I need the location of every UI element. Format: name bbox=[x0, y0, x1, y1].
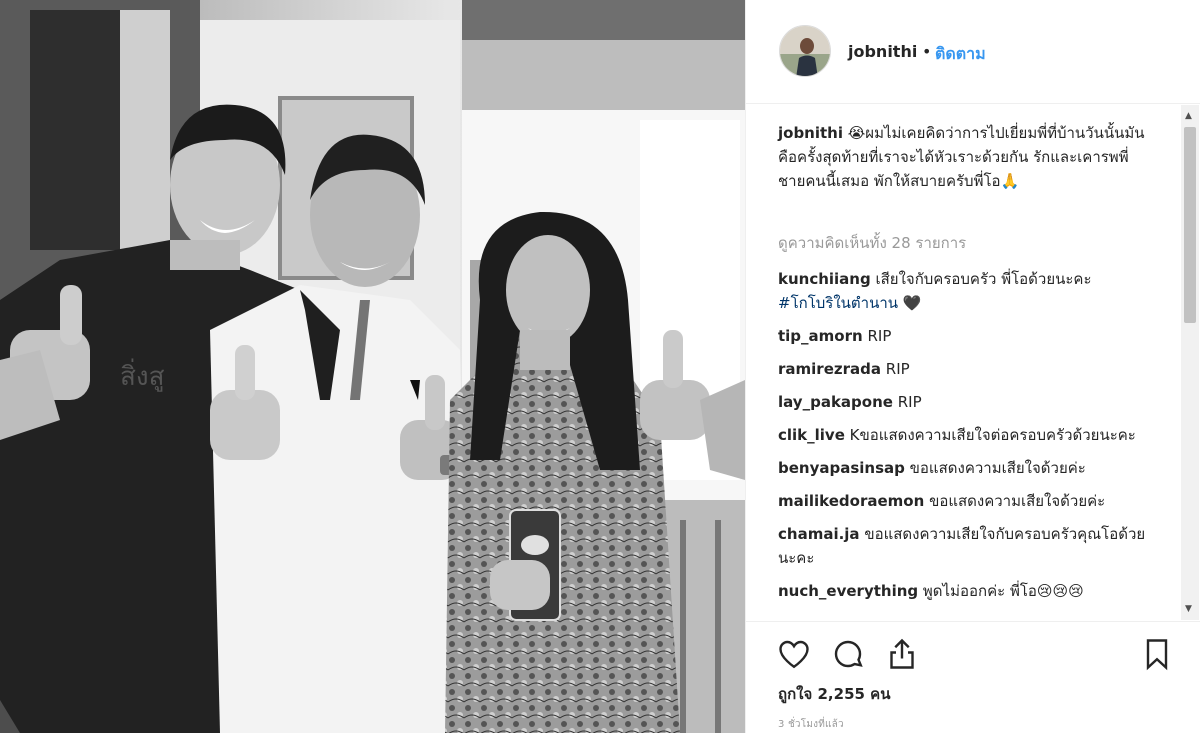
comment-text: ขอแสดงความเสียใจด้วยค่ะ bbox=[929, 492, 1106, 510]
photo-illustration: สิ่งสู bbox=[0, 0, 745, 733]
comment-emoji: 🖤 bbox=[902, 294, 922, 312]
comment-item: chamai.ja ขอแสดงความเสียใจกับครอบครัวคุณ… bbox=[778, 522, 1153, 570]
separator-dot: • bbox=[922, 42, 932, 61]
comment-username[interactable]: clik_live bbox=[778, 426, 845, 444]
comment-username[interactable]: tip_amorn bbox=[778, 327, 863, 345]
comment-text: พูดไม่ออกค่ะ พี่โอ😢😢😢 bbox=[922, 582, 1084, 600]
comment-text: RIP bbox=[897, 393, 922, 411]
comment-username[interactable]: chamai.ja bbox=[778, 525, 860, 543]
comment-item: benyapasinsap ขอแสดงความเสียใจด้วยค่ะ bbox=[778, 456, 1153, 480]
comment-item: nuch_everything พูดไม่ออกค่ะ พี่โอ😢😢😢 bbox=[778, 579, 1153, 603]
caption-username[interactable]: jobnithi bbox=[778, 124, 843, 142]
svg-text:สิ่งสู: สิ่งสู bbox=[120, 358, 165, 392]
comment-text: Kขอแสดงความเสียใจต่อครอบครัวด้วยนะคะ bbox=[849, 426, 1136, 444]
comment-item: kunchiiang เสียใจกับครอบครัว พี่โอด้วยนะ… bbox=[778, 267, 1153, 315]
comment-item: ramirezrada RIP bbox=[778, 357, 1153, 381]
comment-text: RIP bbox=[867, 327, 892, 345]
likes-count[interactable]: ถูกใจ 2,255 คน bbox=[778, 682, 890, 706]
post-side-panel: jobnithi • ติดตาม jobnithi 😭ผมไม่เคยคิดว… bbox=[745, 0, 1200, 733]
comment-list: kunchiiang เสียใจกับครอบครัว พี่โอด้วยนะ… bbox=[778, 267, 1153, 612]
comment-item: mailikedoraemon ขอแสดงความเสียใจด้วยค่ะ bbox=[778, 489, 1153, 513]
share-icon[interactable] bbox=[884, 636, 920, 672]
bookmark-icon[interactable] bbox=[1139, 636, 1175, 672]
scroll-up-arrow-icon[interactable]: ▲ bbox=[1185, 111, 1192, 121]
hashtag-link[interactable]: #โกโบริในตำนาน bbox=[778, 294, 898, 312]
view-all-comments-link[interactable]: ดูความคิดเห็นทั้ง 28 รายการ bbox=[778, 231, 966, 255]
comment-username[interactable]: mailikedoraemon bbox=[778, 492, 924, 510]
post-header: jobnithi • ติดตาม bbox=[746, 0, 1200, 104]
post-timestamp[interactable]: 3 ชั่วโมงที่แล้ว bbox=[778, 717, 844, 732]
scrollbar-thumb[interactable] bbox=[1184, 127, 1196, 323]
comment-text: RIP bbox=[885, 360, 910, 378]
heart-icon[interactable] bbox=[776, 636, 812, 672]
comments-scrollbar[interactable]: ▲ ▼ bbox=[1181, 105, 1199, 620]
scroll-down-arrow-icon[interactable]: ▼ bbox=[1185, 604, 1192, 614]
comment-username[interactable]: ramirezrada bbox=[778, 360, 881, 378]
comment-item: clik_live Kขอแสดงความเสียใจต่อครอบครัวด้… bbox=[778, 423, 1153, 447]
comment-text: เสียใจกับครอบครัว พี่โอด้วยนะคะ bbox=[875, 270, 1092, 288]
comment-text: ขอแสดงความเสียใจด้วยค่ะ bbox=[909, 459, 1086, 477]
comment-bubble-icon[interactable] bbox=[830, 636, 866, 672]
comment-username[interactable]: lay_pakapone bbox=[778, 393, 893, 411]
comments-section[interactable]: jobnithi 😭ผมไม่เคยคิดว่าการไปเยี่ยมพี่ที… bbox=[746, 105, 1181, 620]
post-photo[interactable]: สิ่งสู bbox=[0, 0, 745, 733]
comment-item: tip_amorn RIP bbox=[778, 324, 1153, 348]
post-username[interactable]: jobnithi bbox=[848, 42, 917, 61]
follow-button[interactable]: ติดตาม bbox=[935, 42, 986, 67]
comment-item: lay_pakapone RIP bbox=[778, 390, 1153, 414]
comment-username[interactable]: kunchiiang bbox=[778, 270, 871, 288]
comment-username[interactable]: nuch_everything bbox=[778, 582, 918, 600]
post-actions: ถูกใจ 2,255 คน 3 ชั่วโมงที่แล้ว bbox=[746, 621, 1200, 733]
avatar[interactable] bbox=[779, 25, 831, 77]
post-caption: jobnithi 😭ผมไม่เคยคิดว่าการไปเยี่ยมพี่ที… bbox=[778, 121, 1148, 193]
comment-username[interactable]: benyapasinsap bbox=[778, 459, 905, 477]
